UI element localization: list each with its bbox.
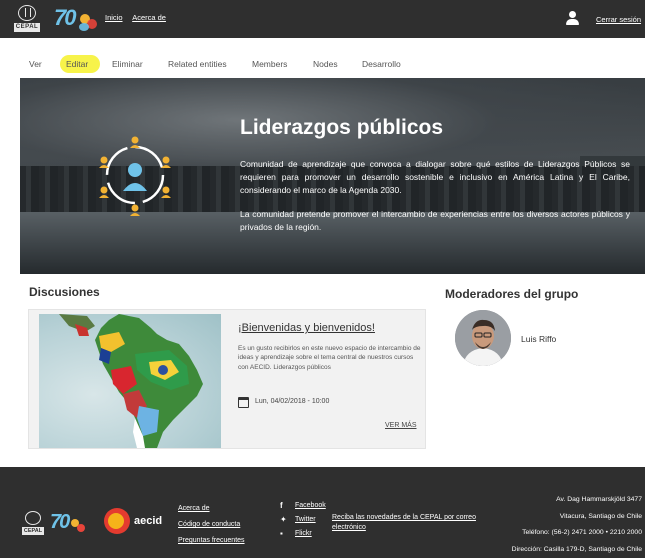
footer-link-acerca-de[interactable]: Acerca de: [178, 501, 245, 517]
tab-ver[interactable]: Ver: [29, 59, 42, 69]
discussion-date: Lun, 04/02/2018 - 10:00: [255, 398, 330, 405]
flickr-icon: ▪: [280, 529, 283, 538]
hero-description: Comunidad de aprendizaje que convoca a d…: [240, 159, 630, 196]
group-tabs: Ver Editar Eliminar Related entities Mem…: [20, 53, 645, 75]
footer-link-facebook[interactable]: Facebook: [295, 499, 326, 513]
header-logos[interactable]: CEPAL 70: [14, 4, 104, 34]
top-nav: Inicio Acerca de: [105, 13, 174, 22]
discussion-card: ¡Bienvenidas y bienvenidos! Es un gusto …: [28, 309, 426, 449]
cepal-wordmark: CEPAL: [14, 23, 40, 32]
tab-desarrollo[interactable]: Desarrollo: [362, 59, 401, 69]
tab-nodes[interactable]: Nodes: [313, 59, 338, 69]
tab-eliminar[interactable]: Eliminar: [112, 59, 143, 69]
aecid-wordmark: aecid: [134, 515, 163, 527]
un-cepal-logo[interactable]: CEPAL: [14, 4, 40, 34]
footer-link-preguntas[interactable]: Preguntas frecuentes: [178, 533, 245, 549]
community-network-icon: [94, 134, 176, 216]
calendar-icon: [238, 397, 249, 408]
aecid-logo-icon[interactable]: [104, 508, 130, 534]
nav-link-inicio[interactable]: Inicio: [105, 13, 123, 22]
footer-address: Av. Dag Hammarskjöld 3477 Vitacura, Sant…: [442, 492, 642, 558]
footer-link-codigo-conducta[interactable]: Código de conducta: [178, 517, 245, 533]
anniversary-badge-icon: [78, 12, 100, 32]
tab-editar[interactable]: Editar: [66, 59, 88, 69]
address-line: Dirección: Casilla 179-D, Santiago de Ch…: [511, 545, 642, 553]
logout-link[interactable]: Cerrar sesión: [596, 15, 641, 24]
latin-america-map-image[interactable]: [39, 314, 221, 448]
top-bar: CEPAL 70 Inicio Acerca de Cerrar sesión: [0, 0, 645, 38]
seventy-years-logo: 70: [54, 5, 77, 30]
facebook-icon: f: [280, 501, 283, 510]
footer-links: Acerca de Código de conducta Preguntas f…: [178, 501, 245, 549]
footer-un-logo[interactable]: CEPAL: [22, 511, 44, 537]
hero-banner: Liderazgos públicos Comunidad de aprendi…: [20, 78, 645, 274]
user-icon[interactable]: [565, 11, 579, 26]
footer-link-twitter[interactable]: Twitter: [295, 513, 316, 527]
footer-globe-icon: [25, 511, 41, 525]
discussion-excerpt: Es un gusto recibirlos en este nuevo esp…: [238, 345, 421, 371]
moderator-avatar[interactable]: [455, 310, 511, 366]
nav-link-acerca-de[interactable]: Acerca de: [132, 13, 166, 22]
discussion-title-link[interactable]: ¡Bienvenidas y bienvenidos!: [238, 322, 375, 334]
hero-description-secondary: La comunidad pretende promover el interc…: [240, 209, 630, 233]
footer-seventy-logo: 70: [50, 511, 70, 533]
footer-anniversary-badge-icon: [71, 519, 87, 533]
address-line: Teléfono: (56-2) 2471 2000 • 2210 2000: [522, 529, 642, 536]
moderator-name[interactable]: Luis Riffo: [521, 334, 556, 344]
address-line: Av. Dag Hammarskjöld 3477: [556, 496, 642, 503]
twitter-icon: ✦: [280, 515, 287, 524]
read-more-link[interactable]: VER MÁS: [385, 422, 417, 429]
moderators-heading: Moderadores del grupo: [445, 287, 579, 301]
page-title: Liderazgos públicos: [240, 116, 444, 139]
footer-link-flickr[interactable]: Flickr: [295, 527, 312, 541]
tab-related-entities[interactable]: Related entities: [168, 59, 227, 69]
tab-members[interactable]: Members: [252, 59, 287, 69]
footer: CEPAL 70 aecid Acerca de Código de condu…: [0, 467, 645, 558]
address-line: Vitacura, Santiago de Chile: [559, 512, 642, 520]
discussions-heading: Discusiones: [29, 285, 100, 299]
un-globe-icon: [18, 5, 36, 21]
